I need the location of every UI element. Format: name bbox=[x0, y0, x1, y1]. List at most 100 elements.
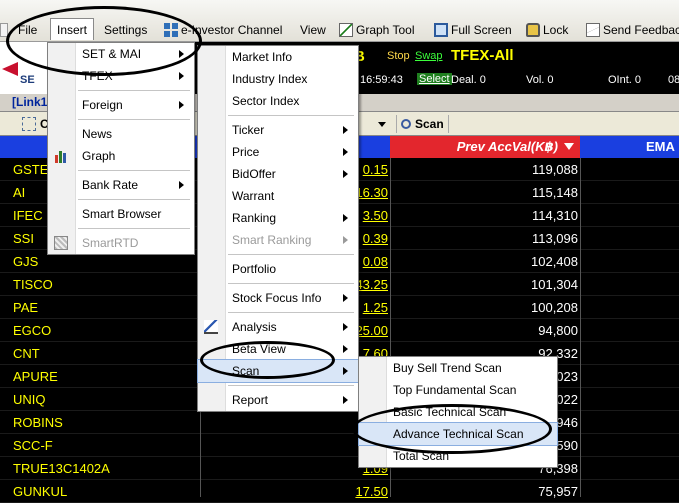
swap-link[interactable]: Swap bbox=[415, 50, 443, 62]
menu-send-feedback[interactable]: Send Feedback bbox=[586, 19, 679, 41]
chevron-right-icon bbox=[179, 50, 184, 58]
prev-acc-value: 115,148 bbox=[531, 185, 578, 200]
broker-logo: SE bbox=[0, 42, 48, 94]
set-menu-item-report[interactable]: Report bbox=[198, 389, 358, 411]
menu-full-screen[interactable]: Full Screen bbox=[434, 19, 512, 41]
stock-symbol[interactable]: UNIQ bbox=[13, 392, 46, 407]
insert-menu-item-set-mai[interactable]: SET & MAI bbox=[48, 43, 194, 65]
table-row[interactable]: TRUE13C1402A 1.09 76,398 bbox=[0, 457, 679, 480]
menu-item-label: Foreign bbox=[82, 98, 123, 112]
full-screen-icon bbox=[434, 23, 448, 37]
prev-acc-value: 100,208 bbox=[531, 300, 578, 315]
logo-text: SE bbox=[20, 74, 35, 86]
menu-item-label: Scan bbox=[232, 364, 260, 378]
menu-graph-tool-label: Graph Tool bbox=[356, 23, 415, 37]
stock-symbol[interactable]: APURE bbox=[13, 369, 58, 384]
scan-menu-item-basic-technical-scan[interactable]: Basic Technical Scan bbox=[359, 401, 557, 423]
menu-item-label: Warrant bbox=[232, 189, 275, 203]
stock-symbol[interactable]: ROBINS bbox=[13, 415, 63, 430]
set-menu-item-market-info[interactable]: Market Info bbox=[198, 46, 358, 68]
chevron-right-icon bbox=[343, 236, 348, 244]
menu-view[interactable]: View bbox=[300, 19, 326, 41]
insert-menu-item-foreign[interactable]: Foreign bbox=[48, 94, 194, 116]
menu-e-investor-channel[interactable]: e-Investor Channel bbox=[164, 19, 282, 41]
scan-menu-item-advance-technical-scan[interactable]: Advance Technical Scan bbox=[358, 422, 558, 446]
scan-menu-item-total-scan[interactable]: Total Scan bbox=[359, 445, 557, 467]
menu-separator bbox=[228, 254, 354, 255]
set-menu-item-price[interactable]: Price bbox=[198, 141, 358, 163]
scan-button[interactable]: Scan bbox=[396, 115, 449, 133]
insert-menu-item-graph[interactable]: Graph bbox=[48, 145, 194, 167]
stock-symbol[interactable]: TISCO bbox=[13, 277, 53, 292]
menu-settings[interactable]: Settings bbox=[104, 19, 147, 41]
stock-symbol[interactable]: TRUE13C1402A bbox=[13, 461, 110, 476]
menu-item-label: Total Scan bbox=[393, 449, 450, 463]
deal-count: Deal. 0 bbox=[451, 74, 486, 86]
chevron-right-icon bbox=[343, 170, 348, 178]
table-row[interactable]: GUNKUL 17.50 75,957 bbox=[0, 480, 679, 503]
menu-insert[interactable]: Insert bbox=[50, 18, 95, 40]
dropdown-button[interactable] bbox=[372, 115, 392, 133]
set-menu-item-beta-view[interactable]: Beta View bbox=[198, 338, 358, 360]
scan-menu-item-top-fundamental-scan[interactable]: Top Fundamental Scan bbox=[359, 379, 557, 401]
layout-icon[interactable] bbox=[22, 117, 36, 131]
menu-item-label: Bank Rate bbox=[82, 178, 139, 192]
menu-settings-label: Settings bbox=[104, 23, 148, 37]
stock-symbol[interactable]: GSTE bbox=[13, 162, 48, 177]
stock-symbol[interactable]: EGCO bbox=[13, 323, 51, 338]
set-menu-item-ticker[interactable]: Ticker bbox=[198, 119, 358, 141]
set-menu-item-analysis[interactable]: Analysis bbox=[198, 316, 358, 338]
link-label: [Link1 bbox=[12, 95, 48, 109]
app-icon[interactable] bbox=[0, 23, 8, 37]
set-menu-item-warrant[interactable]: Warrant bbox=[198, 185, 358, 207]
set-menu-item-smart-ranking: Smart Ranking bbox=[198, 229, 358, 251]
set-menu-item-industry-index[interactable]: Industry Index bbox=[198, 68, 358, 90]
menu-separator bbox=[228, 115, 354, 116]
insert-menu-item-news[interactable]: News bbox=[48, 123, 194, 145]
set-menu-item-ranking[interactable]: Ranking bbox=[198, 207, 358, 229]
menu-separator bbox=[228, 283, 354, 284]
stock-symbol[interactable]: IFEC bbox=[13, 208, 43, 223]
lock-icon bbox=[526, 23, 540, 37]
menu-lock-label: Lock bbox=[543, 23, 569, 37]
stock-symbol[interactable]: CNT bbox=[13, 346, 40, 361]
set-menu-item-stock-focus-info[interactable]: Stock Focus Info bbox=[198, 287, 358, 309]
prev-acc-value: 119,088 bbox=[531, 162, 578, 177]
table-row[interactable]: SCC-F4590 bbox=[0, 434, 679, 457]
menu-graph-tool[interactable]: Graph Tool bbox=[339, 19, 414, 41]
scan-menu-item-buy-sell-trend-scan[interactable]: Buy Sell Trend Scan bbox=[359, 357, 557, 379]
menu-item-label: Smart Browser bbox=[82, 207, 162, 221]
menu-lock[interactable]: Lock bbox=[526, 19, 568, 41]
insert-menu-item-tfex[interactable]: TFEX bbox=[48, 65, 194, 87]
set-menu-item-sector-index[interactable]: Sector Index bbox=[198, 90, 358, 112]
set-menu-item-portfolio[interactable]: Portfolio bbox=[198, 258, 358, 280]
chevron-right-icon bbox=[343, 345, 348, 353]
chevron-right-icon bbox=[343, 294, 348, 302]
select-link[interactable]: Select bbox=[417, 73, 452, 85]
menu-item-label: Buy Sell Trend Scan bbox=[393, 361, 502, 375]
prev-acc-value: 94,800 bbox=[538, 323, 578, 338]
stock-symbol[interactable]: PAE bbox=[13, 300, 38, 315]
tfex-title: TFEX-All bbox=[451, 47, 514, 64]
menu-file[interactable]: File bbox=[18, 19, 37, 41]
column-prev-acc-val[interactable]: Prev AccVal(K฿) bbox=[390, 136, 580, 158]
set-menu-item-bidoffer[interactable]: BidOffer bbox=[198, 163, 358, 185]
scan-submenu: Buy Sell Trend Scan Top Fundamental Scan B… bbox=[358, 356, 558, 468]
chevron-right-icon bbox=[343, 126, 348, 134]
stock-symbol[interactable]: GJS bbox=[13, 254, 38, 269]
menu-item-label: Portfolio bbox=[232, 262, 277, 276]
menu-item-label: Ticker bbox=[232, 123, 265, 137]
table-row[interactable]: ROBINS 946 bbox=[0, 411, 679, 434]
menu-send-feedback-label: Send Feedback bbox=[603, 23, 679, 37]
stock-symbol[interactable]: SSI bbox=[13, 231, 34, 246]
menu-item-label: Stock Focus Info bbox=[232, 291, 322, 305]
stock-symbol[interactable]: AI bbox=[13, 185, 25, 200]
stock-symbol[interactable]: SCC-F bbox=[13, 438, 53, 453]
column-ema[interactable]: EMA bbox=[580, 136, 679, 158]
insert-menu-item-smart-browser[interactable]: Smart Browser bbox=[48, 203, 194, 225]
scan-button-label: Scan bbox=[415, 117, 444, 131]
prev-acc-value: 102,408 bbox=[531, 254, 578, 269]
insert-menu-item-bank-rate[interactable]: Bank Rate bbox=[48, 174, 194, 196]
set-menu-item-scan[interactable]: Scan bbox=[197, 359, 359, 383]
menu-item-label: Smart Ranking bbox=[232, 233, 312, 247]
